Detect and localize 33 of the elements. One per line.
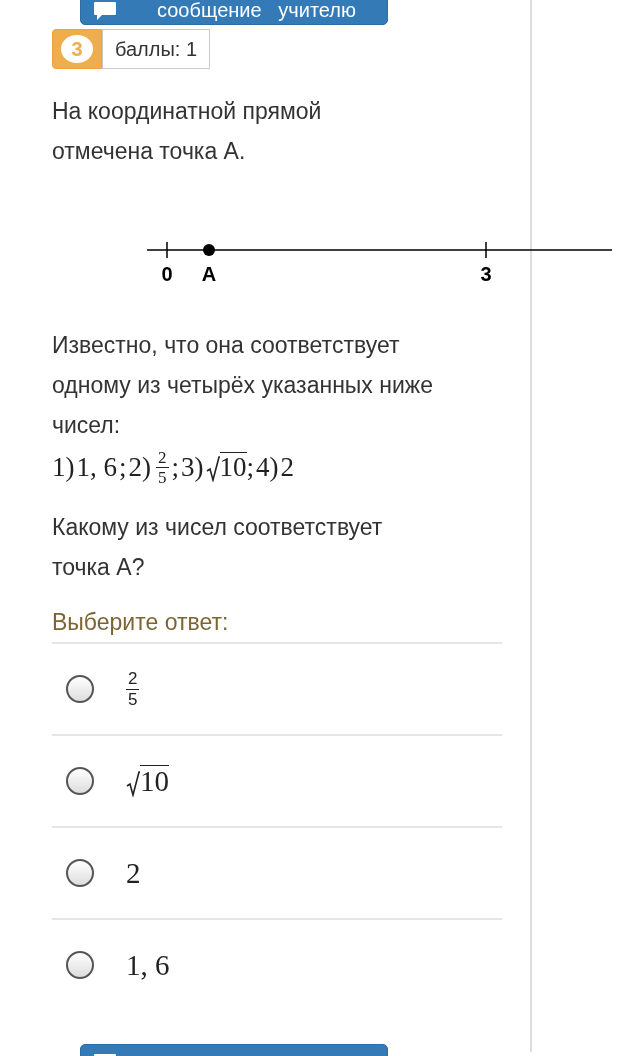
question-text: На координатной прямой отмечена точка A. bbox=[52, 97, 323, 166]
question-number: 3 bbox=[61, 35, 93, 63]
number-value: 2 bbox=[280, 451, 295, 483]
statement-text: Известно, что она соответствует одному из четырёх указанных ниже чисел: bbox=[52, 331, 434, 440]
item-number: 1) bbox=[52, 451, 75, 483]
points-label: баллы: 1 bbox=[102, 29, 211, 69]
tick-label: 3 bbox=[480, 263, 492, 285]
message-teacher-button[interactable]: сообщение учителю bbox=[80, 0, 388, 25]
item-number: 2) bbox=[128, 451, 151, 483]
square-root: 10 bbox=[205, 452, 247, 482]
fraction: 2 5 bbox=[156, 447, 169, 487]
number-value: 1, 6 bbox=[126, 948, 170, 982]
number-value: 1, 6 bbox=[76, 451, 117, 483]
radio-button[interactable] bbox=[66, 859, 94, 887]
number-value: 2 bbox=[126, 856, 141, 890]
tick-label: 0 bbox=[161, 263, 173, 285]
square-root: 10 bbox=[126, 765, 169, 797]
question-text: Какому из чисел соответствует точка A? bbox=[52, 513, 384, 582]
radical-sign bbox=[126, 770, 140, 797]
separator: ; bbox=[171, 451, 180, 483]
item-number: 4) bbox=[256, 451, 279, 483]
fraction: 2 5 bbox=[126, 668, 140, 710]
point-label: A bbox=[201, 263, 217, 285]
answer-prompt: Выберите ответ: bbox=[52, 609, 502, 644]
radical-sign bbox=[205, 455, 220, 482]
separator: ; bbox=[119, 451, 127, 483]
separator: ; bbox=[246, 451, 255, 483]
radio-button[interactable] bbox=[66, 675, 94, 703]
point-dot bbox=[203, 244, 215, 256]
item-number: 3) bbox=[181, 451, 204, 483]
speech-bubble-icon bbox=[93, 0, 117, 21]
radio-button[interactable] bbox=[66, 951, 94, 979]
radio-button[interactable] bbox=[66, 767, 94, 795]
